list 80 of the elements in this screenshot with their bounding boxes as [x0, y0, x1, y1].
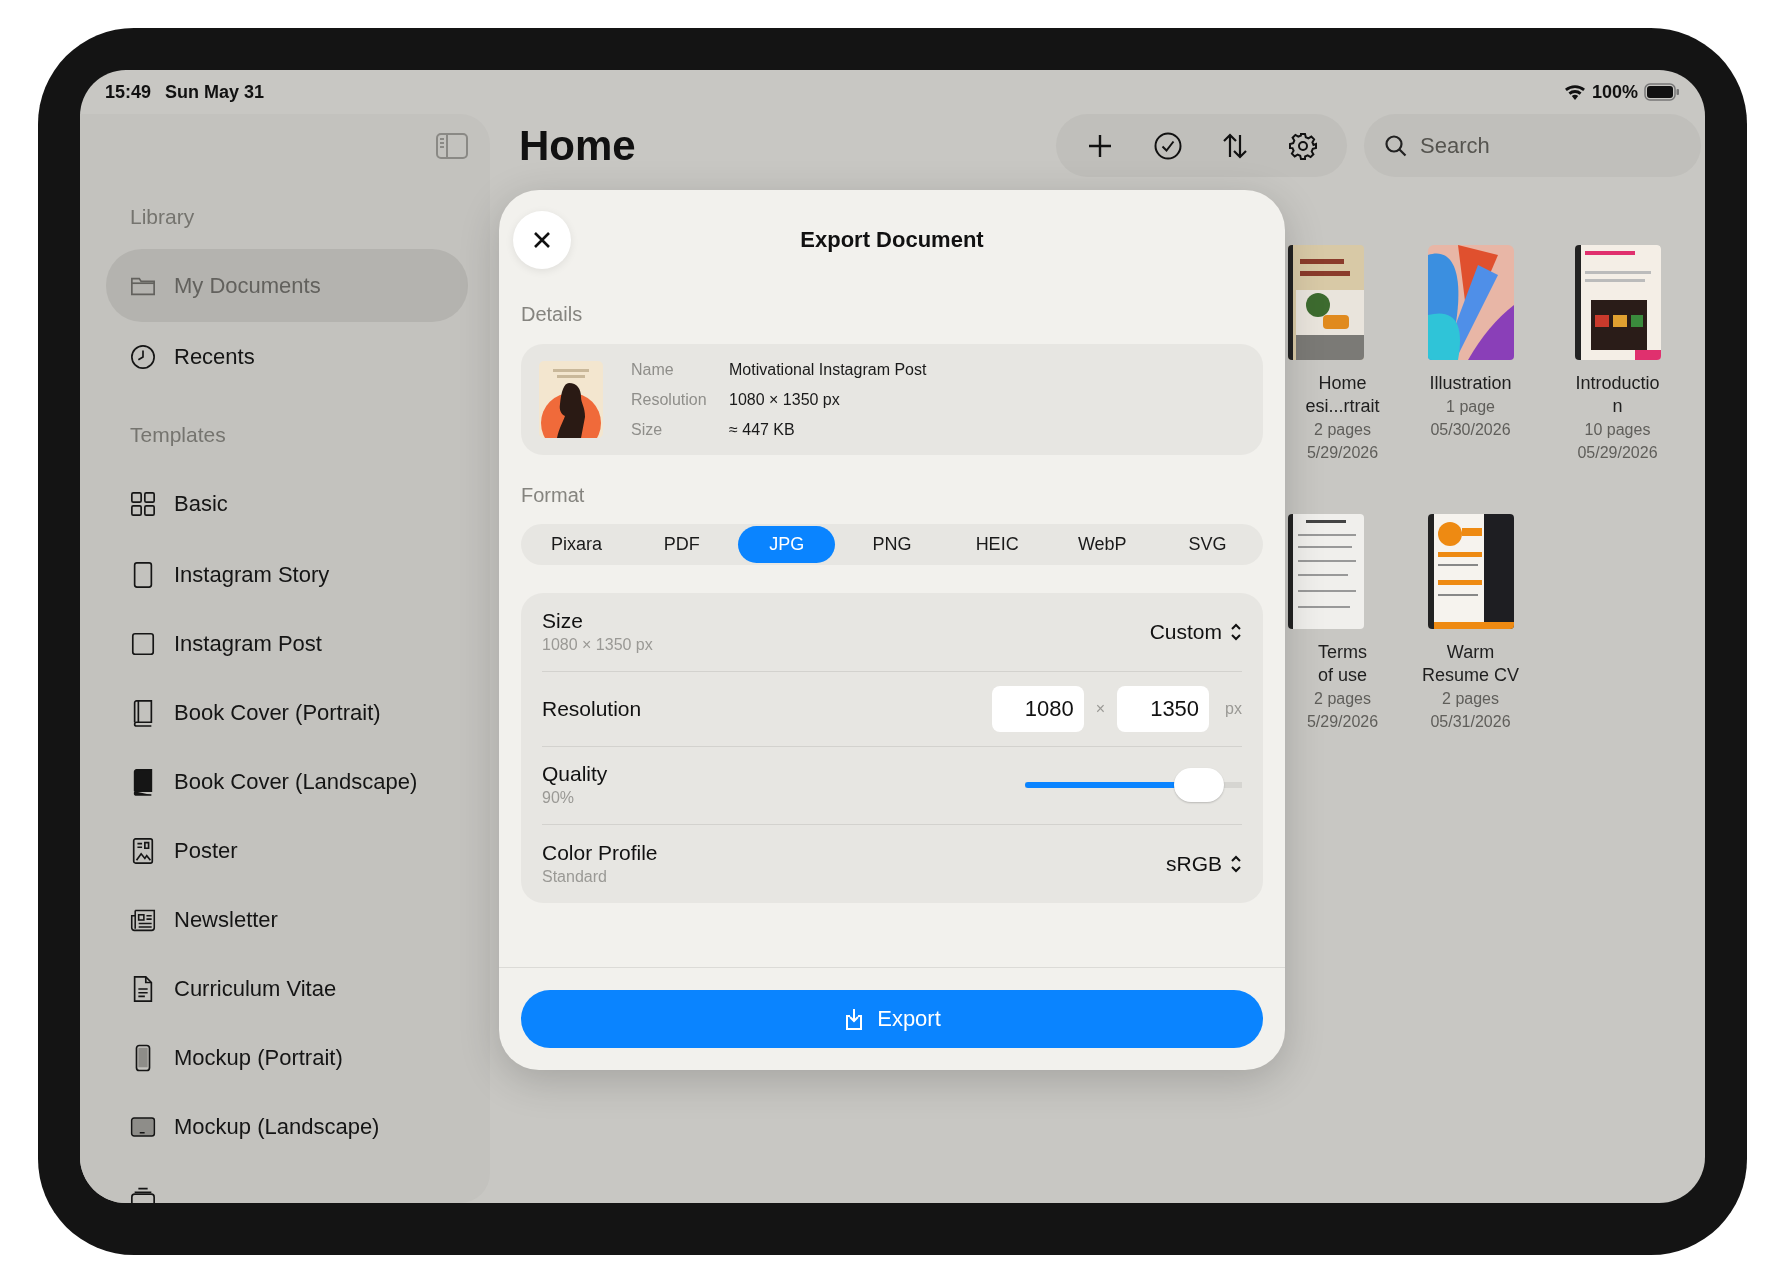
sidebar-toggle-icon[interactable] — [436, 133, 468, 159]
poster-icon — [130, 836, 156, 865]
document-title: Illustration — [1429, 372, 1512, 395]
document-title: Terms — [1318, 641, 1367, 664]
sidebar-item[interactable]: Book Cover (Portrait) — [106, 678, 468, 747]
detail-value: 1080 × 1350 px — [729, 389, 841, 410]
document-date: 5/29/2026 — [1306, 443, 1379, 463]
gear-icon — [1288, 130, 1319, 161]
format-option[interactable]: Pixara — [528, 525, 626, 563]
setting-subtitle: Standard — [542, 866, 608, 887]
sidebar-item[interactable]: Book Cover (Landscape) — [106, 747, 468, 816]
document-title: n — [1612, 395, 1623, 418]
format-option[interactable]: PNG — [843, 525, 941, 563]
sidebar-item[interactable]: Instagram Story — [106, 540, 468, 609]
setting-title: Color Profile — [542, 839, 658, 866]
document-date: 05/30/2026 — [1430, 420, 1511, 440]
status-time: 15:49 — [105, 81, 152, 103]
document-title: Home — [1318, 372, 1367, 395]
setting-title: Quality — [542, 761, 608, 788]
format-option[interactable]: SVG — [1158, 525, 1256, 563]
setting-subtitle: 90% — [542, 788, 576, 809]
chevron-updown-icon — [1230, 853, 1242, 874]
clock-icon — [130, 342, 156, 371]
wifi-icon — [1563, 84, 1586, 100]
checkmark-circle-icon — [1152, 130, 1183, 161]
section-heading: Library — [129, 204, 195, 230]
document-date: 05/31/2026 — [1430, 712, 1511, 732]
format-option[interactable]: JPG — [738, 525, 836, 563]
page-count: 10 pages — [1584, 420, 1651, 440]
page-count: 1 page — [1446, 397, 1495, 417]
times-sign: × — [1095, 699, 1106, 718]
chevron-updown-icon — [1230, 621, 1242, 642]
slider-thumb[interactable] — [1173, 768, 1224, 803]
document-title: Introductio — [1575, 372, 1660, 395]
sidebar-item[interactable]: Mockup (Portrait) — [106, 1023, 468, 1092]
search-icon — [1384, 134, 1408, 158]
detail-label: Name — [631, 359, 675, 380]
document-date: 5/29/2026 — [1306, 712, 1379, 732]
battery-percent: 100% — [1591, 81, 1638, 103]
detail-label: Size — [631, 419, 664, 440]
sidebar-item[interactable]: Instagram Post — [106, 609, 468, 678]
sidebar-item[interactable]: Curriculum Vitae — [106, 954, 468, 1023]
battery-icon — [1644, 83, 1680, 101]
page-title: Home — [519, 121, 637, 170]
picker-button[interactable]: sRGB — [1166, 851, 1242, 876]
section-heading: Templates — [129, 422, 226, 448]
sidebar-item[interactable]: Mockup (Landscape) — [106, 1092, 468, 1161]
detail-value: ≈ 447 KB — [729, 419, 796, 440]
page-count: 2 pages — [1314, 420, 1371, 440]
detail-value: Motivational Instagram Post — [729, 359, 927, 380]
document-title: of use — [1317, 664, 1367, 687]
height-field[interactable]: 1350 — [1117, 685, 1210, 732]
width-field[interactable]: 1080 — [991, 685, 1084, 732]
section-heading: Details — [521, 302, 584, 328]
detail-label: Resolution — [631, 389, 708, 410]
setting-title: Resolution — [542, 695, 642, 722]
sidebar-item[interactable]: Newsletter — [106, 885, 468, 954]
page-count: 2 pages — [1314, 689, 1371, 709]
sidebar-item[interactable]: Poster — [106, 816, 468, 885]
document-title: Warm — [1446, 641, 1495, 664]
unit-label: px — [1225, 699, 1242, 718]
format-option[interactable]: PDF — [633, 525, 731, 563]
page-count: 2 pages — [1442, 689, 1499, 709]
export-button[interactable]: Export — [521, 989, 1263, 1048]
status-date: Sun May 31 — [165, 81, 265, 103]
setting-subtitle: 1080 × 1350 px — [542, 634, 653, 655]
document-title: esi...rtrait — [1305, 395, 1380, 418]
setting-title: Size — [542, 607, 584, 634]
format-option[interactable]: HEIC — [948, 525, 1046, 563]
search-field[interactable]: Search — [1364, 114, 1701, 177]
grid-icon — [130, 489, 156, 518]
sidebar-item[interactable]: Recents — [106, 322, 468, 391]
section-heading: Format — [521, 482, 586, 508]
close-icon — [533, 230, 551, 249]
picker-button[interactable]: Custom — [1149, 619, 1242, 644]
dialog-title: Export Document — [799, 226, 985, 253]
document-date: 05/29/2026 — [1577, 443, 1658, 463]
format-option[interactable]: WebP — [1053, 525, 1151, 563]
sidebar-item[interactable]: Basic — [106, 467, 468, 540]
document-title: Resume CV — [1422, 664, 1519, 687]
